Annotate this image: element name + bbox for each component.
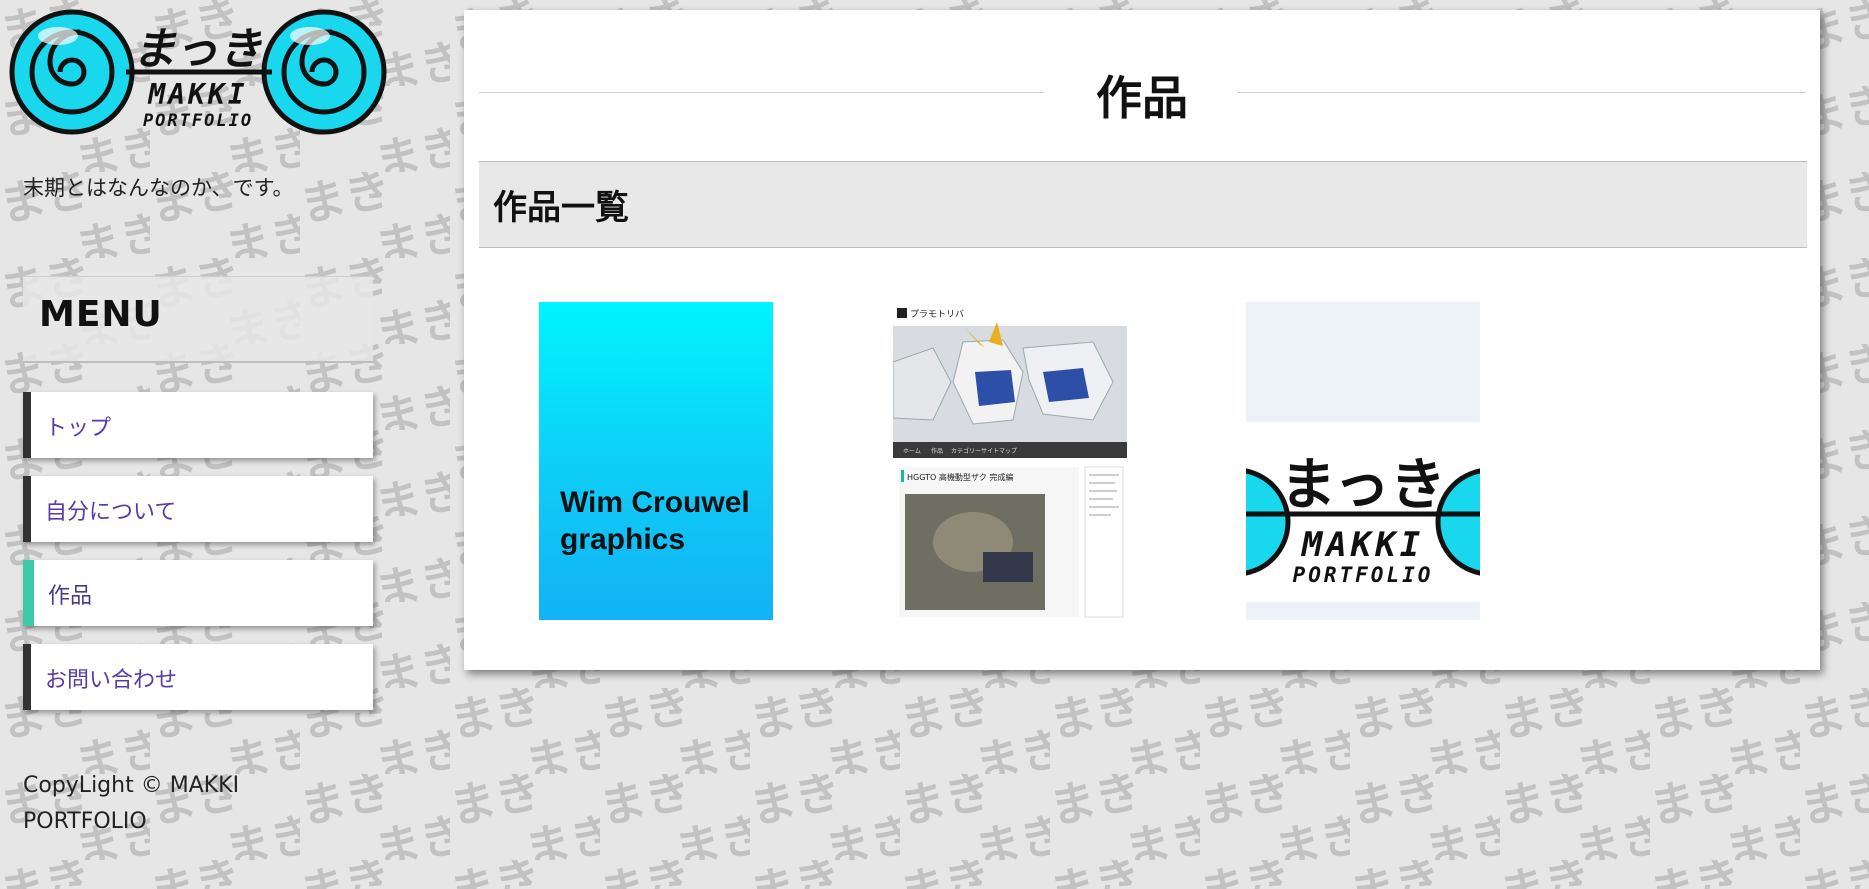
svg-text:作品: 作品 — [931, 447, 943, 455]
svg-text:PORTFOLIO: PORTFOLIO — [1293, 563, 1434, 587]
work-thumbnail-text: Wim Crouwel graphics — [560, 486, 750, 556]
svg-text:カテゴリー: カテゴリー — [951, 447, 981, 455]
menu-item-works[interactable]: 作品 — [23, 560, 373, 626]
menu-heading: MENU — [23, 276, 373, 363]
menu-item-label[interactable]: 自分について — [45, 494, 176, 526]
menu-item-contact[interactable]: お問い合わせ — [23, 644, 373, 710]
menu-item-label[interactable]: トップ — [45, 410, 111, 442]
site-tagline: 末期とはなんなのか、です。 — [23, 176, 294, 200]
page-title: 作品 — [1096, 71, 1188, 125]
work-thumbnail-wim-crouwel[interactable]: Wim Crouwel graphics — [539, 302, 773, 620]
svg-text:HGGTO 高機動型ザク 完成編: HGGTO 高機動型ザク 完成編 — [907, 472, 1013, 482]
work-thumbnail-makki-logo[interactable]: まっき MAKKI PORTFOLIO — [1246, 302, 1480, 620]
swirl-icon — [261, 9, 387, 135]
site-logo[interactable]: まっき MAKKI PORTFOLIO — [6, 6, 390, 138]
svg-text:サイトマップ: サイトマップ — [981, 448, 1017, 455]
svg-text:MAKKI: MAKKI — [147, 78, 247, 111]
copyright-text: CopyLight © MAKKI PORTFOLIO — [23, 773, 240, 834]
svg-text:PORTFOLIO: PORTFOLIO — [143, 111, 253, 131]
menu-list: トップ 自分について 作品 お問い合わせ — [23, 392, 373, 728]
svg-text:まっき: まっき — [1280, 453, 1446, 518]
menu-item-top[interactable]: トップ — [23, 392, 373, 458]
section-heading-bar: 作品一覧 — [479, 161, 1807, 248]
svg-text:プラモトリバ: プラモトリバ — [910, 309, 964, 320]
work-thumbnail-plamo-site[interactable]: プラモトリバ ホーム 作品 カテゴリー サイトマップ HGGTO 高機動型ザク … — [893, 302, 1127, 620]
website-screenshot-image: プラモトリバ ホーム 作品 カテゴリー サイトマップ HGGTO 高機動型ザク … — [893, 302, 1127, 620]
sidebar: まっき MAKKI PORTFOLIO 末期とはなんなのか、です。 MENU ト… — [0, 0, 400, 889]
menu-item-label[interactable]: 作品 — [48, 578, 92, 610]
menu-item-label[interactable]: お問い合わせ — [45, 662, 177, 694]
section-title: 作品一覧 — [493, 188, 629, 228]
menu-heading-label: MENU — [39, 294, 163, 335]
makki-logo-image: まっき MAKKI PORTFOLIO — [1246, 302, 1480, 620]
svg-text:ホーム: ホーム — [903, 448, 921, 455]
main-content-card: 作品 作品一覧 Wim Crouwel graphics プラモトリバ ホーム … — [464, 10, 1820, 670]
menu-item-about[interactable]: 自分について — [23, 476, 373, 542]
swirl-icon — [9, 9, 135, 135]
svg-text:まっき: まっき — [130, 24, 271, 74]
svg-text:MAKKI: MAKKI — [1301, 525, 1424, 565]
